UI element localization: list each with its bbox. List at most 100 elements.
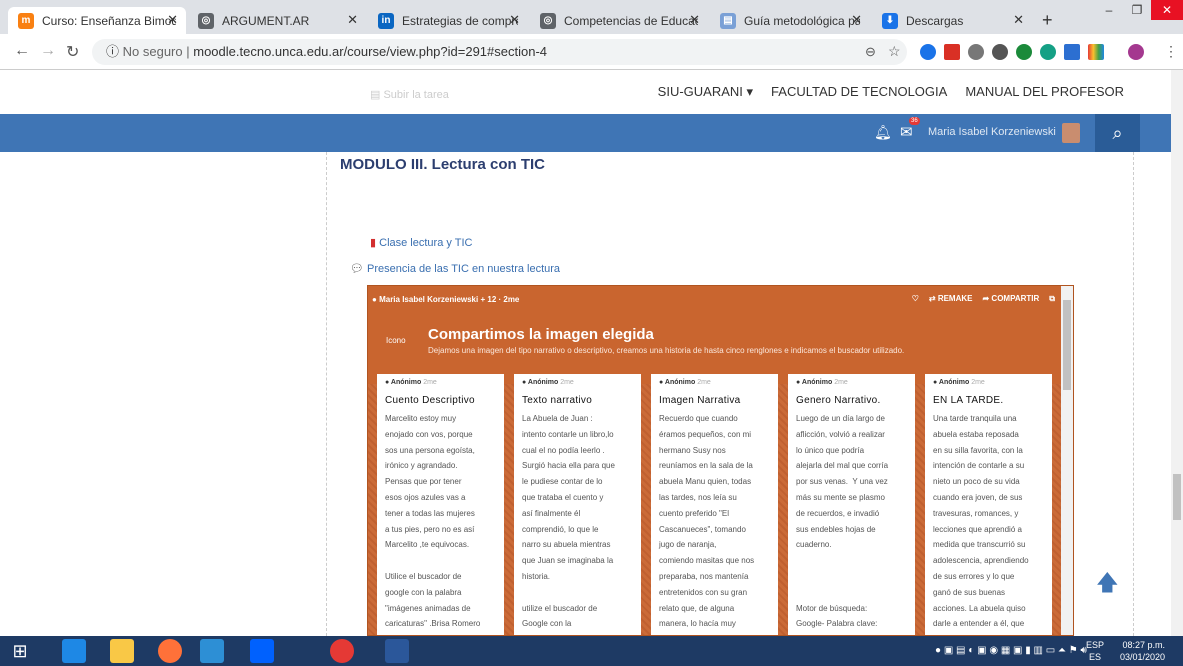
moodle-top-nav: ▤ Subir la tarea SIU-GUARANI ▾ FACULTAD … xyxy=(0,70,1171,114)
module-title: MODULO III. Lectura con TIC xyxy=(340,156,546,173)
close-icon[interactable]: ✕ xyxy=(689,12,700,28)
extension-icon[interactable] xyxy=(1064,44,1080,60)
padlet-scrollbar[interactable] xyxy=(1061,286,1073,635)
close-window-icon[interactable]: ✕ xyxy=(1151,0,1183,20)
nav-siu-guarani[interactable]: SIU-GUARANI ▾ xyxy=(658,84,753,100)
chrome-taskbar-icon[interactable] xyxy=(200,639,224,663)
close-icon[interactable]: ✕ xyxy=(347,12,358,28)
card-title: Imagen Narrativa xyxy=(659,395,741,406)
close-icon[interactable]: ✕ xyxy=(509,12,520,28)
padlet-title: Compartimos la imagen elegida xyxy=(428,326,654,343)
new-tab-button[interactable]: + xyxy=(1032,7,1062,34)
padlet-card[interactable]: ● Anónimo 2me Genero Narrativo. Luego de… xyxy=(788,374,915,635)
windows-taskbar: ⊞ ● ▣ ▤ ◐ ▣ ◉ ▦ ▣ ▮ ▥ ▭ ⏶ ⚑ 🔊︎ ESP ES 08… xyxy=(0,636,1183,666)
extension-icon[interactable] xyxy=(1016,44,1032,60)
padlet-card[interactable]: ● Anónimo 2me Imagen Narrativa Recuerdo … xyxy=(651,374,778,635)
dropbox-icon[interactable] xyxy=(250,639,274,663)
user-avatar[interactable] xyxy=(1062,123,1080,143)
section-border-left xyxy=(326,152,327,636)
extension-icon[interactable] xyxy=(1040,44,1056,60)
padlet-card[interactable]: ● Anónimo 2me Cuento Descriptivo Marceli… xyxy=(377,374,504,635)
section-border-right xyxy=(1133,152,1134,636)
card-author: ● Anónimo 2me xyxy=(933,379,985,386)
tab-curso[interactable]: m Curso: Enseñanza Bimoda ✕ xyxy=(8,7,186,34)
close-icon[interactable]: ✕ xyxy=(167,12,178,28)
mail-icon[interactable]: ✉ xyxy=(900,123,913,141)
tab-label: Curso: Enseñanza Bimoda xyxy=(42,13,176,28)
activity-clase-lectura[interactable]: ▮ Clase lectura y TIC xyxy=(370,236,472,249)
card-body: Marcelito estoy muy enojado con vos, por… xyxy=(385,414,481,629)
padlet-actions: ♡ ⇄ REMAKE ➦ COMPARTIR ⧉ xyxy=(912,294,1055,304)
padlet-meta: ● Maria Isabel Korzeniewski + 12 · 2me xyxy=(372,295,519,304)
tab-label: ARGUMENT.AR xyxy=(222,13,310,28)
ie-icon[interactable] xyxy=(62,639,86,663)
maximize-icon[interactable]: ❐ xyxy=(1123,0,1151,20)
nav-manual[interactable]: MANUAL DEL PROFESOR xyxy=(965,84,1124,100)
linkedin-icon: in xyxy=(378,12,394,29)
user-name[interactable]: Maria Isabel Korzeniewski xyxy=(928,126,1056,138)
tab-estrategias[interactable]: in Estrategias de comprensi ✕ xyxy=(368,7,528,34)
extension-icon[interactable] xyxy=(944,44,960,60)
profile-avatar[interactable] xyxy=(1128,44,1144,60)
padlet-author-avatar-icon: ● xyxy=(372,295,377,304)
card-title: Genero Narrativo. xyxy=(796,395,881,406)
windows-start-icon[interactable]: ⊞ xyxy=(8,639,32,663)
heart-icon[interactable]: ♡ xyxy=(912,294,919,304)
padlet-embed[interactable]: ● Maria Isabel Korzeniewski + 12 · 2me ♡… xyxy=(367,285,1074,636)
file-explorer-icon[interactable] xyxy=(110,639,134,663)
page-scrollbar[interactable] xyxy=(1171,70,1183,636)
share-button[interactable]: ➦ COMPARTIR xyxy=(982,294,1039,304)
info-icon[interactable]: ⓘ xyxy=(106,44,119,59)
minimize-icon[interactable]: – xyxy=(1095,0,1123,20)
padlet-author[interactable]: Maria Isabel Korzeniewski xyxy=(379,295,478,304)
bookmark-star-icon[interactable]: ☆ xyxy=(888,43,901,60)
extension-icon[interactable] xyxy=(992,44,1008,60)
search-icon: ⌕ xyxy=(1112,123,1123,143)
search-button[interactable]: ⌕ xyxy=(1095,114,1140,152)
padlet-subtitle: Dejamos una imagen del tipo narrativo o … xyxy=(428,346,905,355)
remake-button[interactable]: ⇄ REMAKE xyxy=(929,294,973,304)
url-input[interactable]: ⓘ No seguro | moodle.tecno.unca.edu.ar/c… xyxy=(92,39,907,65)
tab-argument[interactable]: ◎ ARGUMENT.AR ✕ xyxy=(188,7,366,34)
tab-competencias[interactable]: ◎ Competencias de Educac ✕ xyxy=(530,7,708,34)
submit-task-link[interactable]: ▤ Subir la tarea xyxy=(370,88,449,101)
card-title: EN LA TARDE. xyxy=(933,395,1004,406)
padlet-card[interactable]: ● Anónimo 2me Texto narrativo La Abuela … xyxy=(514,374,641,635)
zoom-icon[interactable]: ⊖ xyxy=(865,44,876,60)
address-bar: ← → ↻ ⓘ No seguro | moodle.tecno.unca.ed… xyxy=(0,34,1183,70)
security-label: No seguro xyxy=(122,44,183,59)
padlet-card[interactable]: ● Anónimo 2me EN LA TARDE. Una tarde tra… xyxy=(925,374,1052,635)
language-indicator[interactable]: ESP ES xyxy=(1086,639,1104,663)
menu-icon[interactable]: ⋮ xyxy=(1164,43,1178,60)
clock-time: 08:27 p.m. xyxy=(1122,640,1166,650)
card-body: Recuerdo que cuando éramos pequeños, con… xyxy=(659,414,755,629)
system-tray-icons[interactable]: ● ▣ ▤ ◐ ▣ ◉ ▦ ▣ ▮ ▥ ▭ ⏶ ⚑ 🔊︎ xyxy=(935,645,1087,656)
close-icon[interactable]: ✕ xyxy=(851,12,862,28)
mail-app-icon[interactable] xyxy=(330,639,354,663)
nav-facultad[interactable]: FACULTAD DE TECNOLOGIA xyxy=(771,84,947,100)
close-icon[interactable]: ✕ xyxy=(1013,12,1024,28)
bell-icon[interactable]: 🔔︎ xyxy=(874,124,892,141)
firefox-icon[interactable] xyxy=(158,639,182,663)
tab-guia[interactable]: ▤ Guía metodológica para ✕ xyxy=(710,7,870,34)
card-author: ● Anónimo 2me xyxy=(659,379,711,386)
padlet-header: ● Maria Isabel Korzeniewski + 12 · 2me ♡… xyxy=(368,286,1063,384)
extension-icon[interactable] xyxy=(968,44,984,60)
back-icon[interactable]: ← xyxy=(14,42,30,60)
forward-icon[interactable]: → xyxy=(40,42,56,60)
tab-descargas[interactable]: ⬇ Descargas ✕ xyxy=(872,7,1032,34)
page-viewport: ▤ Subir la tarea SIU-GUARANI ▾ FACULTAD … xyxy=(0,70,1171,636)
word-icon[interactable] xyxy=(385,639,409,663)
card-title: Texto narrativo xyxy=(522,395,593,406)
activity-presencia-tic[interactable]: 💬︎ Presencia de las TIC en nuestra lectu… xyxy=(350,262,560,275)
scroll-to-top-icon[interactable]: 🡅 xyxy=(1096,566,1119,604)
card-body: Luego de un día largo de aflicción, volv… xyxy=(796,414,889,629)
top-nav-links: SIU-GUARANI ▾ FACULTAD DE TECNOLOGIA MAN… xyxy=(658,84,1124,100)
browser-tab-strip: m Curso: Enseñanza Bimoda ✕ ◎ ARGUMENT.A… xyxy=(0,0,1183,34)
open-external-icon[interactable]: ⧉ xyxy=(1049,294,1055,304)
clock[interactable]: 08:27 p.m. 03/01/2020 xyxy=(1120,639,1165,663)
extension-icon[interactable] xyxy=(920,44,936,60)
reload-icon[interactable]: ↻ xyxy=(66,42,79,62)
padlet-icon-image: Icono xyxy=(386,336,406,345)
extension-icon[interactable] xyxy=(1088,44,1104,60)
